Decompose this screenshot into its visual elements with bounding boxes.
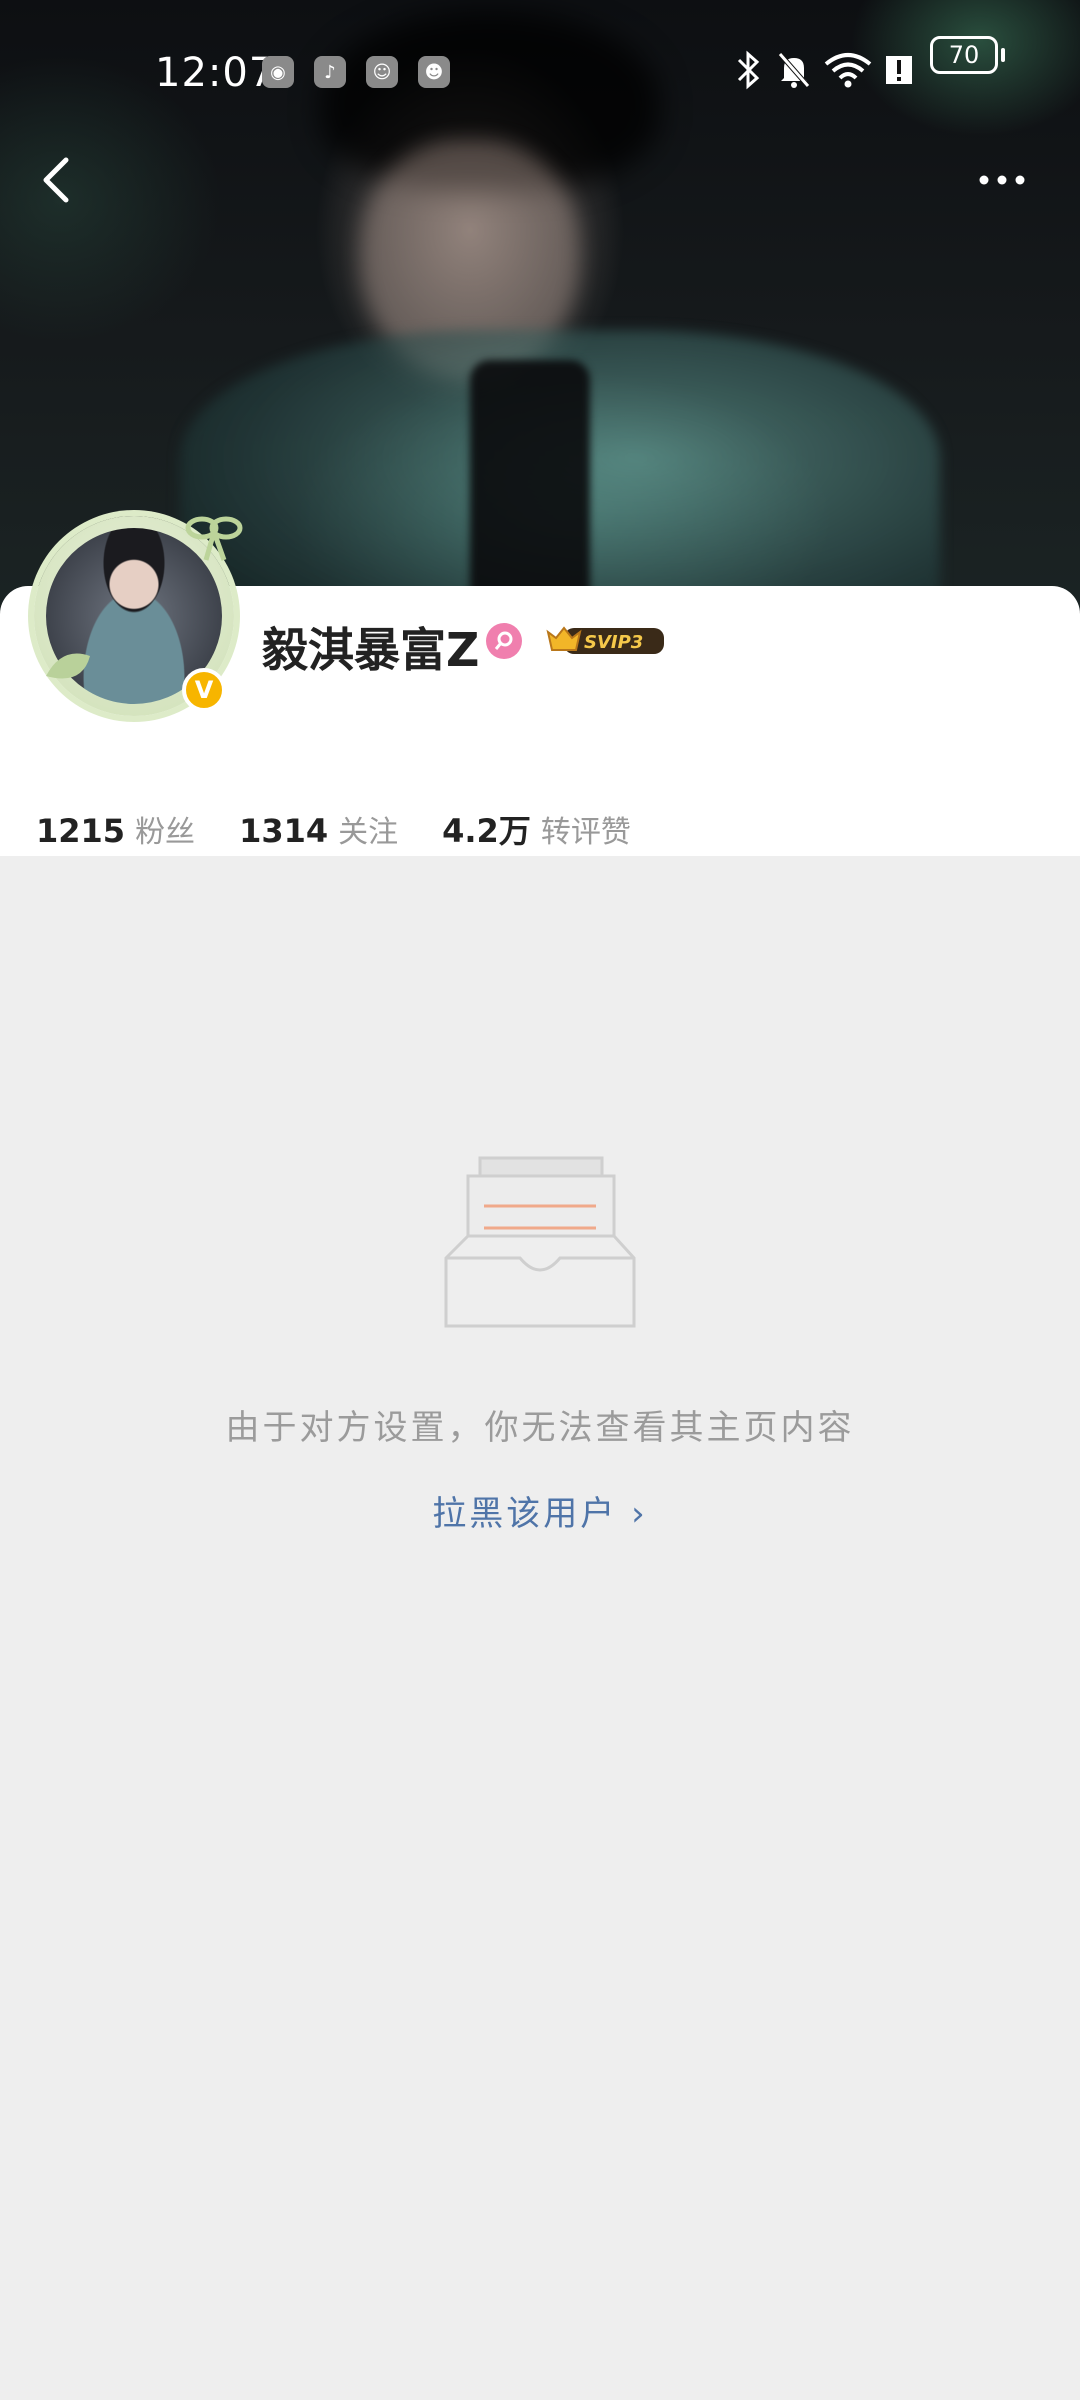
- stat-followers[interactable]: 1215 粉丝: [36, 807, 195, 851]
- interactions-count: 4.2万: [442, 812, 531, 850]
- cover-neck: [470, 360, 590, 620]
- svip-label: SVIP3: [584, 632, 643, 653]
- wifi-icon: [824, 53, 872, 88]
- followers-count: 1215: [36, 812, 126, 850]
- battery-tip: [1001, 48, 1005, 62]
- followers-label: 粉丝: [135, 815, 196, 850]
- verified-v-icon: V: [182, 668, 226, 712]
- block-user-link[interactable]: 拉黑该用户 ›: [0, 1486, 1080, 1535]
- app-notification-icon-2: ☻: [418, 56, 450, 88]
- back-arrow-icon[interactable]: [30, 150, 90, 210]
- weibo-notification-icon: ◉: [262, 56, 294, 88]
- leaf-decoration-icon: [46, 653, 90, 679]
- svip-badge[interactable]: SVIP3: [546, 622, 668, 658]
- status-bar: 12:07 ◉ ♪ ☺ ☻ 70: [0, 36, 1080, 104]
- alert-icon: [886, 56, 912, 84]
- following-label: 关注: [338, 815, 399, 850]
- username: 毅淇暴富Z: [262, 623, 480, 677]
- tiktok-notification-icon: ♪: [314, 56, 346, 88]
- interactions-label: 转评赞: [540, 815, 631, 850]
- bluetooth-icon: [737, 50, 760, 90]
- status-time: 12:07: [155, 50, 276, 96]
- mute-bell-icon: [778, 52, 810, 88]
- following-count: 1314: [239, 812, 329, 850]
- female-gender-icon: [486, 623, 522, 659]
- stat-following[interactable]: 1314 关注: [239, 807, 398, 851]
- notification-icons: ◉ ♪ ☺ ☻: [262, 56, 450, 88]
- profile-stats: 1215 粉丝 1314 关注 4.2万 转评赞: [36, 806, 675, 852]
- stat-interactions[interactable]: 4.2万 转评赞: [442, 806, 631, 852]
- battery-icon: 70: [930, 36, 998, 74]
- empty-state-message: 由于对方设置，你无法查看其主页内容: [225, 1408, 855, 1448]
- empty-inbox-icon: [444, 1156, 636, 1328]
- bow-decoration-icon: [185, 516, 243, 561]
- app-notification-icon: ☺: [366, 56, 398, 88]
- more-dots-icon[interactable]: [972, 160, 1032, 200]
